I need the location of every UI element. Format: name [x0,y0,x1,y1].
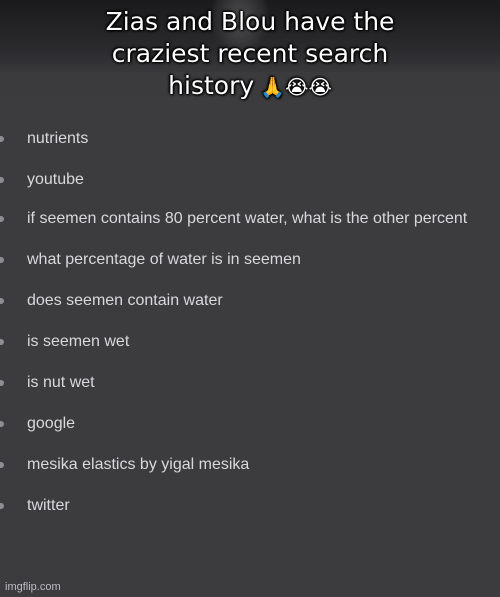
caption-line-3: history 🙏😭😭 [0,70,500,103]
search-history-text: twitter [27,497,70,514]
search-history-item[interactable]: youtube [0,169,500,191]
search-history-text: google [27,415,76,432]
search-history-item[interactable]: mesika elastics by yigal mesika [0,454,500,476]
history-bullet-icon [0,177,4,183]
search-history-text: is nut wet [27,374,95,391]
search-history-item[interactable]: if seemen contains 80 percent water, wha… [0,208,500,230]
search-history-text: if seemen contains 80 percent water, wha… [27,210,468,227]
caption-line-3-text: history [168,71,255,100]
search-history-text: is seemen wet [27,333,130,350]
history-bullet-icon [0,257,4,263]
search-history-item[interactable]: google [0,413,500,435]
search-history-list: nutrients youtube if seemen contains 80 … [0,128,500,517]
imgflip-watermark: imgflip.com [5,581,61,593]
search-history-item[interactable]: does seemen contain water [0,290,500,312]
history-bullet-icon [0,462,4,468]
history-bullet-icon [0,339,4,345]
search-history-text: nutrients [27,130,89,147]
meme-frame: Zias and Blou have the craziest recent s… [0,0,500,597]
history-bullet-icon [0,216,4,222]
search-history-text: what percentage of water is in seemen [27,251,301,268]
history-bullet-icon [0,136,4,142]
search-history-item[interactable]: what percentage of water is in seemen [0,249,500,271]
history-bullet-icon [0,380,4,386]
search-history-text: youtube [27,171,84,188]
emoji-group: 🙏😭😭 [260,75,332,99]
search-history-text: mesika elastics by yigal mesika [27,456,250,473]
search-history-item[interactable]: twitter [0,495,500,517]
history-bullet-icon [0,298,4,304]
search-history-item[interactable]: is seemen wet [0,331,500,353]
search-history-text: does seemen contain water [27,292,223,309]
caption-line-1: Zias and Blou have the [105,7,395,36]
history-bullet-icon [0,421,4,427]
caption-line-2: craziest recent search [111,39,389,68]
search-history-item[interactable]: is nut wet [0,372,500,394]
meme-caption: Zias and Blou have the craziest recent s… [0,6,500,103]
history-bullet-icon [0,503,4,509]
search-history-item[interactable]: nutrients [0,128,500,150]
